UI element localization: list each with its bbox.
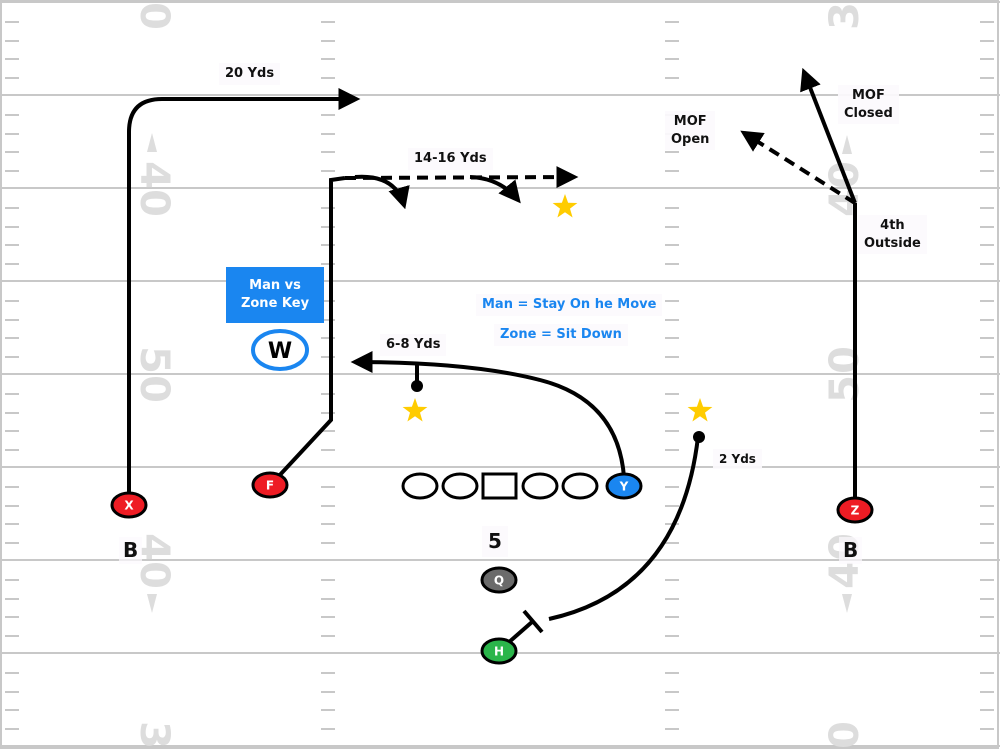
player-h-label: H <box>494 645 504 659</box>
back-right-label: B <box>839 537 863 564</box>
label-h-route: 2 Yds <box>713 449 762 470</box>
label-mof-open-line2: Open <box>671 131 710 147</box>
player-q-label: Q <box>494 574 504 588</box>
label-mof-closed: MOF Closed <box>838 85 899 125</box>
defender-w-label: W <box>268 339 292 364</box>
protection-count: 5 <box>482 526 508 557</box>
lineman[interactable] <box>521 472 559 500</box>
label-y-route: 6-8 Yds <box>380 334 447 356</box>
lineman[interactable] <box>401 472 439 500</box>
route-f-stem[interactable] <box>276 176 346 479</box>
label-4th-outside-line1: 4th <box>880 218 905 233</box>
defender-w[interactable]: W <box>251 329 309 371</box>
lineman[interactable] <box>561 472 599 500</box>
yard-number: 4 <box>822 189 868 217</box>
player-h[interactable]: H <box>480 637 518 665</box>
note-zone: Zone = Sit Down <box>494 324 628 346</box>
yard-number: 4 <box>822 561 868 589</box>
player-f-label: F <box>266 479 274 493</box>
label-4th-outside-line2: Outside <box>864 235 921 251</box>
route-f-sit-1[interactable] <box>354 174 410 210</box>
lineman[interactable] <box>441 472 479 500</box>
yard-number: 0 <box>131 189 177 217</box>
label-mof-closed-line1: MOF <box>851 88 885 103</box>
label-x-route: 20 Yds <box>219 63 281 85</box>
player-x[interactable]: X <box>110 491 148 519</box>
yard-arrow <box>147 594 157 613</box>
star-icon <box>402 398 428 422</box>
yard-number: 5 <box>822 375 868 403</box>
label-4th-outside: 4th Outside <box>858 215 927 255</box>
yard-number: 0 <box>822 721 868 749</box>
label-mof-open: MOF Open <box>665 111 716 151</box>
player-z-label: Z <box>851 504 860 518</box>
player-y[interactable]: Y <box>605 472 643 500</box>
player-y-label: Y <box>619 480 629 494</box>
yard-number: 5 <box>131 346 177 374</box>
yard-number: 0 <box>131 561 177 589</box>
label-mof-closed-line2: Closed <box>844 105 893 121</box>
route-h-end-point <box>693 431 705 443</box>
player-x-label: X <box>124 499 134 513</box>
man-vs-zone-key: Man vs Zone Key <box>226 267 324 323</box>
yard-number: 0 <box>822 346 868 374</box>
center[interactable] <box>481 472 518 500</box>
star-icon <box>687 398 713 422</box>
yard-number: 3 <box>822 2 868 30</box>
yard-numbers-left: 0 4 0 5 0 4 0 3 <box>131 2 177 749</box>
yard-number: 0 <box>131 375 177 403</box>
yard-arrow <box>147 133 157 152</box>
player-z[interactable]: Z <box>836 496 874 524</box>
player-q[interactable]: Q <box>480 566 518 594</box>
yard-arrow <box>842 594 852 613</box>
yard-number: 0 <box>131 2 177 30</box>
offensive-line <box>401 472 599 500</box>
key-title-line1: Man vs <box>249 278 301 294</box>
route-y-sit-point <box>411 380 423 392</box>
star-icon <box>552 194 578 218</box>
yard-number: 4 <box>131 161 177 189</box>
player-f[interactable]: F <box>251 471 289 499</box>
back-left-label: B <box>119 537 143 564</box>
yard-number: 3 <box>131 721 177 749</box>
note-man: Man = Stay On he Move <box>476 294 663 316</box>
label-f-route: 14-16 Yds <box>408 148 493 170</box>
route-y[interactable] <box>350 351 626 478</box>
yard-arrow <box>842 135 852 154</box>
label-mof-open-line1: MOF <box>673 114 707 129</box>
key-title-line2: Zone Key <box>240 296 310 311</box>
